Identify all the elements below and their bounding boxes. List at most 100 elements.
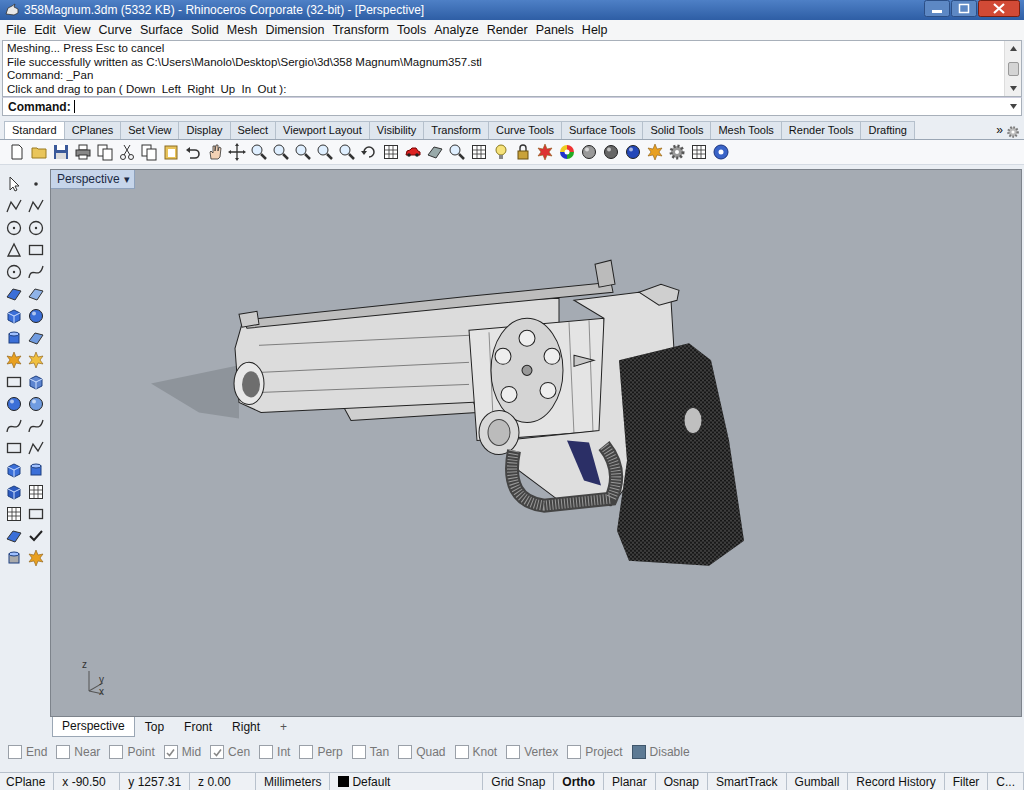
checkbox[interactable]: [455, 745, 469, 759]
perspective-viewport[interactable]: zyxPerspective▾: [50, 169, 1022, 717]
mag-icon[interactable]: [250, 143, 268, 161]
sphere-icon[interactable]: [602, 143, 620, 161]
viewport-tab[interactable]: Perspective: [52, 717, 135, 737]
toolbar-tab[interactable]: Render Tools: [781, 121, 862, 139]
surf-icon[interactable]: [27, 285, 45, 303]
rect-icon[interactable]: [27, 505, 45, 523]
menu-item[interactable]: Surface: [136, 23, 187, 37]
menu-item[interactable]: Transform: [328, 23, 393, 37]
sphere-icon[interactable]: [5, 395, 23, 413]
curve-icon[interactable]: [27, 417, 45, 435]
mag-icon[interactable]: [272, 143, 290, 161]
status-toggle[interactable]: Record History: [848, 773, 944, 790]
maximize-icon[interactable]: [951, 0, 977, 17]
checkbox[interactable]: [109, 745, 123, 759]
sphere-icon[interactable]: [27, 307, 45, 325]
cut-icon[interactable]: [118, 143, 136, 161]
gear-icon[interactable]: [1006, 125, 1020, 139]
dot-icon[interactable]: [27, 175, 45, 193]
curve-icon[interactable]: [5, 417, 23, 435]
circle-icon[interactable]: [27, 219, 45, 237]
check-icon[interactable]: [27, 527, 45, 545]
cyl-icon[interactable]: [5, 329, 23, 347]
add-viewport-tab[interactable]: +: [270, 717, 297, 738]
toolbar-tab[interactable]: Solid Tools: [642, 121, 711, 139]
revolver-model[interactable]: zyx: [51, 170, 1021, 716]
osnap-option[interactable]: Tan: [352, 745, 389, 759]
osnap-option[interactable]: Near: [56, 745, 100, 759]
rect-icon[interactable]: [27, 241, 45, 259]
help-icon[interactable]: [712, 143, 730, 161]
scroll-down-icon[interactable]: [1006, 82, 1021, 95]
hand-icon[interactable]: [206, 143, 224, 161]
status-toggle[interactable]: Planar: [604, 773, 656, 790]
osnap-option[interactable]: Vertex: [506, 745, 558, 759]
viewport-tab[interactable]: Front: [174, 717, 222, 738]
menu-item[interactable]: Solid: [187, 23, 223, 37]
menu-item[interactable]: File: [2, 23, 30, 37]
osnap-option[interactable]: Cen: [210, 745, 250, 759]
toolbar-tab[interactable]: Select: [230, 121, 277, 139]
rotate-icon[interactable]: [360, 143, 378, 161]
light-icon[interactable]: [492, 143, 510, 161]
cplane-field[interactable]: CPlane: [0, 773, 54, 790]
grid-icon[interactable]: [27, 483, 45, 501]
doc-icon[interactable]: [8, 143, 26, 161]
toolbar-tab[interactable]: Visibility: [369, 121, 425, 139]
burst-icon[interactable]: [646, 143, 664, 161]
gear-icon[interactable]: [668, 143, 686, 161]
burst-icon[interactable]: [5, 351, 23, 369]
menu-item[interactable]: Help: [578, 23, 612, 37]
grid-icon[interactable]: [5, 505, 23, 523]
osnap-option[interactable]: Int: [259, 745, 290, 759]
status-toggle[interactable]: Gumball: [787, 773, 849, 790]
surf-icon[interactable]: [27, 329, 45, 347]
close-icon[interactable]: [978, 0, 1020, 17]
grid-icon[interactable]: [382, 143, 400, 161]
osnap-option[interactable]: Perp: [299, 745, 342, 759]
dropdown-icon[interactable]: [1006, 100, 1021, 113]
checkbox[interactable]: [56, 745, 70, 759]
viewport-tab[interactable]: Right: [222, 717, 270, 738]
units-field[interactable]: Millimeters: [256, 773, 330, 790]
toolbar-tab[interactable]: Display: [178, 121, 230, 139]
checkbox[interactable]: [210, 745, 224, 759]
grid-icon[interactable]: [470, 143, 488, 161]
sphere-icon[interactable]: [624, 143, 642, 161]
osnap-option[interactable]: Disable: [632, 745, 690, 759]
curve-icon[interactable]: [27, 263, 45, 281]
mag-icon[interactable]: [338, 143, 356, 161]
checkbox[interactable]: [8, 745, 22, 759]
checkbox[interactable]: [506, 745, 520, 759]
burst-icon[interactable]: [536, 143, 554, 161]
mag-icon[interactable]: [316, 143, 334, 161]
viewport-menu-button[interactable]: ▾: [124, 173, 130, 186]
circle-icon[interactable]: [5, 263, 23, 281]
menu-item[interactable]: Analyze: [430, 23, 482, 37]
osnap-option[interactable]: Project: [567, 745, 622, 759]
more-tabs-button[interactable]: »: [996, 123, 1003, 137]
polyline-icon[interactable]: [5, 197, 23, 215]
layer-field[interactable]: Default: [330, 773, 483, 790]
polyline-icon[interactable]: [27, 197, 45, 215]
menu-item[interactable]: Curve: [95, 23, 136, 37]
grid-icon[interactable]: [690, 143, 708, 161]
toolbar-tab[interactable]: Transform: [423, 121, 489, 139]
copy-icon[interactable]: [140, 143, 158, 161]
burst-icon[interactable]: [27, 549, 45, 567]
osnap-option[interactable]: Mid: [164, 745, 201, 759]
scroll-up-icon[interactable]: [1006, 42, 1021, 55]
minimize-icon[interactable]: [924, 0, 950, 17]
polyline-icon[interactable]: [27, 439, 45, 457]
toolbar-tab[interactable]: Curve Tools: [488, 121, 562, 139]
menu-item[interactable]: Panels: [532, 23, 578, 37]
rect-icon[interactable]: [5, 373, 23, 391]
osnap-option[interactable]: Knot: [455, 745, 498, 759]
toolbar-tab[interactable]: CPlanes: [64, 121, 122, 139]
checkbox[interactable]: [398, 745, 412, 759]
checkbox[interactable]: [259, 745, 273, 759]
status-toggle[interactable]: Osnap: [656, 773, 708, 790]
menu-item[interactable]: Tools: [393, 23, 430, 37]
checkbox[interactable]: [567, 745, 581, 759]
surf-icon[interactable]: [426, 143, 444, 161]
